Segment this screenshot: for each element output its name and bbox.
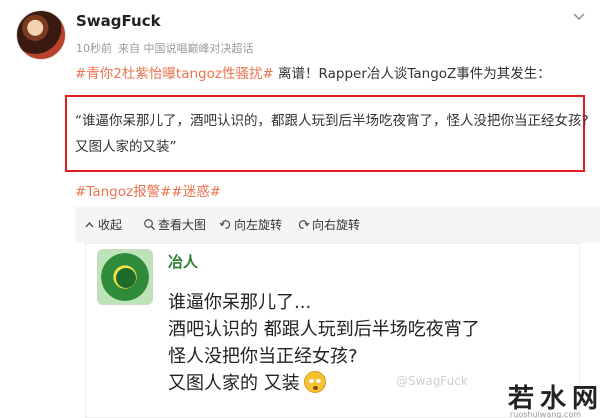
quote-line-2: 又图人家的又装” <box>75 139 177 155</box>
username[interactable]: SwagFuck <box>76 12 161 30</box>
post-time[interactable]: 10秒前 <box>76 42 112 55</box>
view-large-button[interactable]: 查看大图 <box>143 216 206 233</box>
image-watermark: @SwagFuck <box>396 374 468 388</box>
rotate-left-button[interactable]: 向左旋转 <box>219 216 282 233</box>
avatar[interactable] <box>16 10 66 60</box>
hashtag-link[interactable]: #迷惑# <box>171 184 221 200</box>
image-text-line: 怪人没把你当正经女孩? <box>168 346 358 367</box>
image-text-line-4: 又图人家的 又装 <box>168 373 300 394</box>
search-icon <box>144 219 155 230</box>
image-author-name: 冶人 <box>168 253 199 271</box>
post-meta: 10秒前 来自 中国说唱巅峰对决超话 <box>76 40 260 56</box>
hashtag-link[interactable]: #Tangoz报警# <box>75 184 171 200</box>
collapse-button[interactable]: 收起 <box>83 216 122 233</box>
rotate-left-icon <box>219 220 231 229</box>
rotate-left-label: 向左旋转 <box>234 218 283 232</box>
rotate-right-icon <box>298 220 310 229</box>
site-watermark-sub: ruoshuiwang.com <box>510 410 582 418</box>
post-source[interactable]: 来自 中国说唱巅峰对决超话 <box>118 42 254 55</box>
view-large-label: 查看大图 <box>158 218 207 232</box>
post-text: #青你2杜紫怡曝tangoz性骚扰# 离谱！Rapper冶人谈TangoZ事件为… <box>75 62 551 82</box>
post-body: 离谱！Rapper冶人谈TangoZ事件为其发生： <box>273 66 551 82</box>
hashtag-link[interactable]: #青你2杜紫怡曝tangoz性骚扰# <box>75 66 274 82</box>
post-tags: #Tangoz报警##迷惑# <box>75 180 221 200</box>
profile-logo <box>97 249 153 305</box>
highlighted-quote: “谁逼你呆那儿了，酒吧认识的，都跟人玩到后半场吃夜宵了，怪人没把你当正经女孩? … <box>65 95 589 172</box>
quote-line-1: “谁逼你呆那儿了，酒吧认识的，都跟人玩到后半场吃夜宵了，怪人没把你当正经女孩? <box>75 113 589 129</box>
rolling-eyes-emoji-icon <box>303 371 326 393</box>
image-text-line: 又图人家的 又装 <box>168 369 326 395</box>
post-image[interactable]: 冶人 谁逼你呆那儿了... 酒吧认识的 都跟人玩到后半场吃夜宵了 怪人没把你当正… <box>85 243 580 418</box>
chevron-down-icon[interactable] <box>571 8 587 24</box>
image-text-line: 谁逼你呆那儿了... <box>168 292 312 313</box>
rotate-right-label: 向右旋转 <box>312 218 361 232</box>
collapse-icon <box>85 221 94 228</box>
image-toolbar: 收起 查看大图 向左旋转 向右旋转 <box>75 207 600 243</box>
image-text-line: 酒吧认识的 都跟人玩到后半场吃夜宵了 <box>168 319 480 340</box>
rotate-right-button[interactable]: 向右旋转 <box>297 216 360 233</box>
collapse-label: 收起 <box>98 218 123 232</box>
